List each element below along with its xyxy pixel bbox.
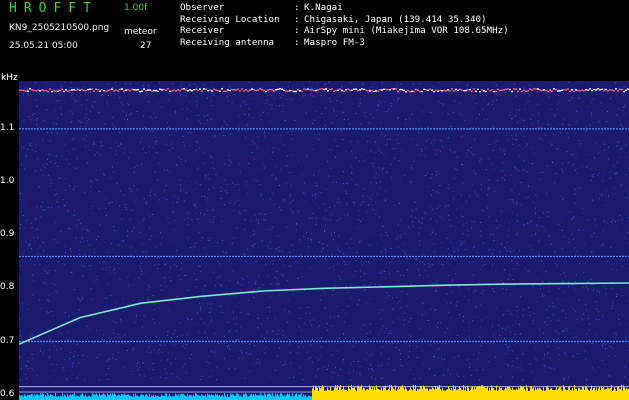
info-key: Receiving antenna [180,36,275,48]
meteor-label: meteor [124,27,157,37]
y-tick-label: 0.8 [0,282,15,293]
datetime-label: 25.05.21 05:00 [9,41,78,51]
y-tick-label: 0.6 [0,388,15,399]
info-key: Observer [180,2,225,13]
info-key: Receiver [180,25,225,36]
info-value: Chigasaki, Japan (139.414 35.340) [304,13,487,25]
info-value: K.Nagai [304,2,343,13]
station-info: Observer: K.Nagai Receiving Location: Ch… [180,2,509,48]
y-tick-label: 1.0 [0,176,15,187]
y-axis-unit: kHz [1,73,18,83]
y-tick-label: 1.1 [0,122,15,133]
meteor-count: 27 [140,41,152,51]
version-label: 1.00f [124,3,148,13]
app-name: HROFFT [9,1,98,16]
y-tick-label: 0.9 [0,229,15,240]
info-row-receiver: Receiver: AirSpy mini (Miakejima VOR 108… [180,25,509,36]
info-value: Maspro FM-3 [304,36,365,48]
info-row-location: Receiving Location: Chigasaki, Japan (13… [180,13,487,25]
info-value: AirSpy mini (Miakejima VOR 108.65MHz) [304,25,509,36]
info-key: Receiving Location [180,13,280,25]
info-row-antenna: Receiving antenna: Maspro FM-3 [180,36,365,48]
info-row-observer: Observer: K.Nagai [180,2,343,13]
file-name: KN9_2505210500.png [9,23,110,33]
header-panel: HROFFT 1.00f KN9_2505210500.png meteor 2… [0,0,170,70]
spectrogram-plot [19,81,629,400]
y-tick-label: 0.7 [0,335,15,346]
